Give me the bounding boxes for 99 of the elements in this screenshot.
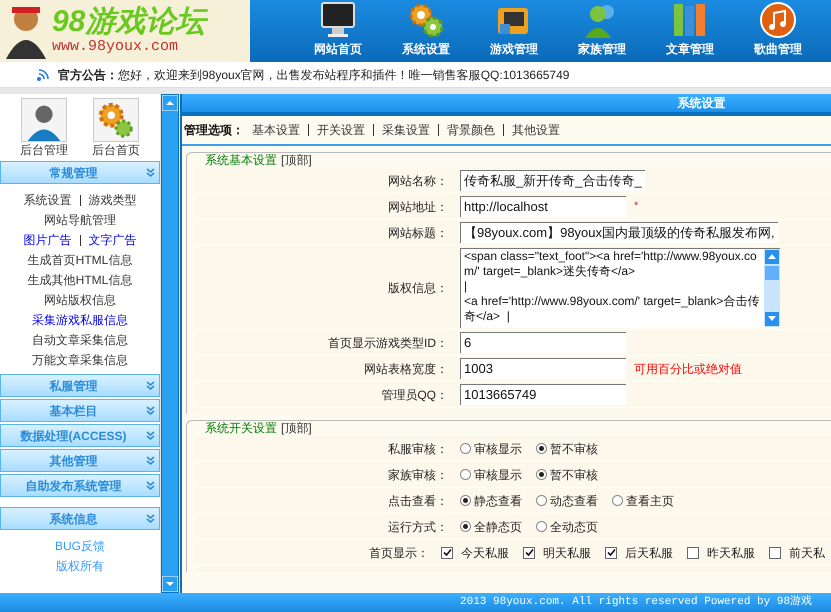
chevron-down-icon	[146, 431, 155, 440]
input-field[interactable]: 6	[460, 332, 626, 353]
checkbox-label: 明天私服	[543, 544, 591, 562]
option-link[interactable]: 基本设置	[252, 121, 300, 139]
radio-button[interactable]	[612, 495, 623, 506]
input-field[interactable]: http://localhost	[460, 196, 626, 217]
nav-item[interactable]: 家族管理	[558, 0, 646, 62]
group-title: 系统基本设置	[205, 152, 277, 169]
option-link[interactable]: 背景颜色	[447, 121, 495, 139]
checkbox[interactable]	[769, 546, 781, 558]
chevron-down-icon	[146, 481, 155, 490]
option-link[interactable]: 其他设置	[512, 121, 560, 139]
field-label: 网站表格宽度：	[363, 360, 449, 378]
input-field[interactable]: 传奇私服_新开传奇_合击传奇_	[460, 170, 645, 191]
chevron-down-icon	[146, 456, 155, 465]
radio-button[interactable]	[536, 469, 547, 480]
field-label: 首页显示：	[368, 544, 430, 562]
checkbox[interactable]	[605, 546, 617, 558]
radio-label: 暂不审核	[550, 440, 598, 458]
radio-button[interactable]	[460, 469, 471, 480]
notice-label: 官方公告：	[58, 66, 118, 84]
nav-item[interactable]: 文章管理	[646, 0, 734, 62]
radio-label: 全动态页	[550, 518, 598, 536]
required-marker: *	[634, 199, 638, 214]
nav-item[interactable]: 系统设置	[382, 0, 470, 62]
field-note: 可用百分比或绝对值	[634, 360, 742, 378]
checkbox-label: 昨天私服	[707, 544, 755, 562]
scroll-up-icon[interactable]	[162, 95, 178, 111]
radio-label: 审核显示	[474, 466, 522, 484]
nav-item[interactable]: 歌曲管理	[734, 0, 822, 62]
radio-button[interactable]	[460, 443, 471, 454]
shortcut-link[interactable]: 后台管理	[20, 98, 68, 158]
chevron-down-icon	[146, 514, 155, 523]
monitor-icon	[318, 0, 358, 40]
input-field[interactable]: 1013665749	[460, 384, 626, 405]
field-label: 运行方式：	[387, 518, 449, 536]
sidebar-link[interactable]: 游戏类型	[88, 190, 136, 210]
top-link[interactable]: [顶部]	[281, 151, 312, 169]
checkbox-label: 今天私服	[461, 544, 509, 562]
nav-item[interactable]: 网站首页	[294, 0, 382, 62]
radio-label: 查看主页	[626, 492, 674, 510]
sidebar-link[interactable]: 生成首页HTML信息	[28, 250, 132, 270]
panel-title: 系统设置	[678, 95, 726, 112]
sidebar-link[interactable]: 文字广告	[88, 230, 136, 250]
logo-url: www.98youx.com	[52, 38, 180, 56]
checkbox[interactable]	[441, 546, 453, 558]
chevron-down-icon	[146, 381, 155, 390]
radio-button[interactable]	[536, 495, 547, 506]
shortcut-link[interactable]: 后台首页	[92, 98, 140, 158]
option-link[interactable]: 采集设置	[382, 121, 430, 139]
chevron-down-icon	[146, 168, 155, 177]
sidebar-link[interactable]: 网站导航管理	[44, 210, 116, 230]
field-label: 网站地址：	[387, 198, 449, 216]
field-label: 私服审核：	[387, 440, 449, 458]
input-field[interactable]: 1003	[460, 358, 626, 379]
music-icon	[758, 0, 798, 40]
radio-button[interactable]	[536, 443, 547, 454]
notice-text: 您好，欢迎来到98youx官网，出售发布站程序和插件！唯一销售客服QQ:1013665749	[118, 66, 570, 84]
sidebar-link[interactable]: 采集游戏私服信息	[32, 310, 128, 330]
field-label: 家族审核：	[387, 466, 449, 484]
nav-item[interactable]: 游戏管理	[470, 0, 558, 62]
scrollbar[interactable]	[161, 94, 179, 593]
radio-label: 全静态页	[474, 518, 522, 536]
sidebar-link[interactable]: 网站版权信息	[44, 290, 116, 310]
input-field[interactable]: 【98youx.com】98youx国内最顶级的传奇私服发布网,	[460, 222, 778, 243]
field-label: 版权信息：	[387, 280, 449, 296]
field-label: 管理员QQ：	[380, 386, 449, 404]
checkbox-label: 前天私	[789, 544, 825, 562]
text-area[interactable]: <span class="text_foot"><a href='http://www.98youx.com/' target=_blank>迷失传奇</a> | <a href='http://www.98youx.com/' target=_blank>合击传奇</a> |	[460, 248, 780, 328]
option-link[interactable]: 开关设置	[317, 121, 365, 139]
user-icon	[21, 98, 67, 142]
field-label: 点击查看：	[387, 492, 449, 510]
radio-button[interactable]	[536, 521, 547, 532]
scroll-down-icon[interactable]	[162, 576, 178, 592]
radio-label: 审核显示	[474, 440, 522, 458]
radio-button[interactable]	[460, 521, 471, 532]
field-label: 网站标题：	[387, 224, 449, 242]
checkbox[interactable]	[523, 546, 535, 558]
broadcast-icon	[36, 68, 50, 82]
radio-button[interactable]	[460, 495, 471, 506]
footer-text: 2013 98youx.com. All rights reserved Powered by 98游戏	[460, 594, 812, 610]
group-title: 系统开关设置	[205, 420, 277, 437]
field-label: 网站名称：	[387, 172, 449, 190]
chevron-down-icon	[146, 406, 155, 415]
checkbox-label: 后天私服	[625, 544, 673, 562]
sidebar-link[interactable]: 生成其他HTML信息	[28, 270, 132, 290]
sidebar-link[interactable]: 图片广告	[24, 230, 72, 250]
checkbox[interactable]	[687, 546, 699, 558]
radio-label: 静态查看	[474, 492, 522, 510]
textarea-scrollbar[interactable]	[764, 248, 780, 326]
options-label: 管理选项：	[184, 122, 244, 139]
sidebar-link[interactable]: 万能文章采集信息	[32, 350, 128, 370]
field-label: 首页显示游戏类型ID：	[327, 334, 449, 352]
top-link[interactable]: [顶部]	[281, 419, 312, 437]
radio-label: 动态查看	[550, 492, 598, 510]
sidebar-link[interactable]: 系统设置	[24, 190, 72, 210]
radio-label: 暂不审核	[550, 466, 598, 484]
sidebar-link[interactable]: 自动文章采集信息	[32, 330, 128, 350]
gears-icon	[93, 98, 139, 142]
